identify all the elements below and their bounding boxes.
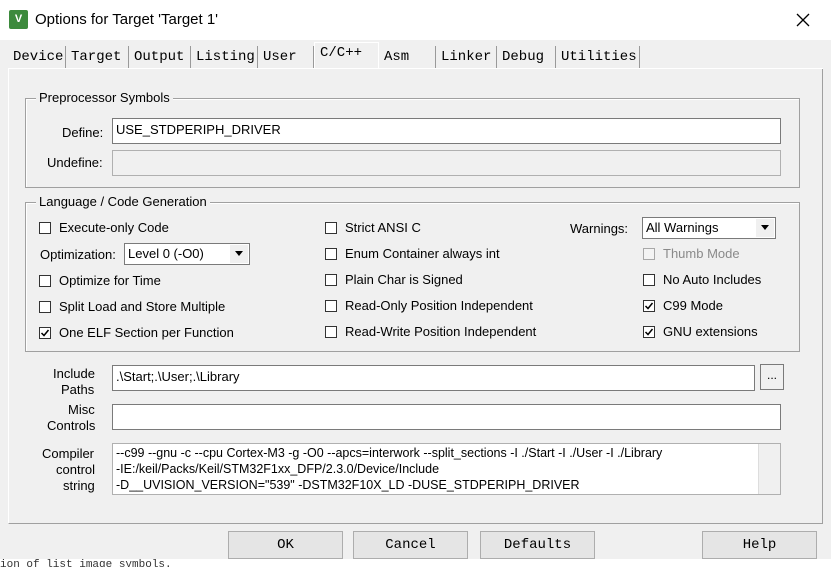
split-load-label: Split Load and Store Multiple — [59, 299, 226, 314]
tab-output[interactable]: Output — [129, 46, 191, 68]
title-bar: V Options for Target 'Target 1' — [0, 0, 831, 40]
defaults-button[interactable]: Defaults — [480, 531, 595, 559]
include-paths-input[interactable]: .\Start;.\User;.\Library — [112, 365, 755, 391]
split-load-checkbox[interactable]: Split Load and Store Multiple — [39, 299, 225, 314]
undefine-label: Undefine: — [47, 155, 103, 170]
define-label: Define: — [62, 125, 104, 140]
keil-uvision-icon: V — [9, 10, 28, 29]
one-elf-checkbox[interactable]: One ELF Section per Function — [39, 325, 234, 340]
rw-pi-label: Read-Write Position Independent — [345, 324, 537, 339]
warnings-label: Warnings: — [570, 221, 629, 236]
undefine-input[interactable] — [112, 150, 781, 176]
optimize-time-label: Optimize for Time — [59, 273, 161, 288]
checkbox-box — [325, 325, 337, 338]
background-text-fragment: ion of list image symbols. — [0, 559, 831, 567]
tab-target[interactable]: Target — [66, 46, 129, 68]
checkbox-box — [643, 325, 655, 338]
no-auto-includes-checkbox[interactable]: No Auto Includes — [643, 272, 761, 287]
rw-pi-checkbox[interactable]: Read-Write Position Independent — [325, 324, 536, 339]
plain-char-label: Plain Char is Signed — [345, 272, 463, 287]
enum-container-checkbox[interactable]: Enum Container always int — [325, 246, 500, 261]
compiler-label-line1: Compiler — [42, 446, 95, 461]
plain-char-checkbox[interactable]: Plain Char is Signed — [325, 272, 463, 287]
options-dialog: V Options for Target 'Target 1' Device T… — [0, 0, 831, 567]
ro-pi-checkbox[interactable]: Read-Only Position Independent — [325, 298, 533, 313]
optimize-time-checkbox[interactable]: Optimize for Time — [39, 273, 161, 288]
tab-cc[interactable]: C/C++ — [314, 42, 379, 68]
checkmark-icon — [644, 328, 654, 336]
checkbox-box — [39, 274, 51, 287]
compiler-control-string[interactable]: --c99 --gnu -c --cpu Cortex-M3 -g -O0 --… — [112, 443, 781, 495]
tab-linker[interactable]: Linker — [436, 46, 497, 68]
checkbox-box — [643, 299, 655, 312]
checkbox-box — [325, 247, 337, 260]
optimization-select[interactable]: Level 0 (-O0) — [124, 243, 250, 265]
help-button[interactable]: Help — [702, 531, 817, 559]
checkbox-box — [325, 273, 337, 286]
execute-only-checkbox[interactable]: Execute-only Code — [39, 220, 169, 235]
checkbox-box — [39, 221, 51, 234]
c99-mode-checkbox[interactable]: C99 Mode — [643, 298, 723, 313]
close-button[interactable] — [780, 5, 826, 35]
thumb-mode-label: Thumb Mode — [663, 246, 740, 261]
cancel-button[interactable]: Cancel — [353, 531, 468, 559]
optimization-label: Optimization: — [40, 247, 116, 262]
checkmark-icon — [644, 302, 654, 310]
gnu-ext-checkbox[interactable]: GNU extensions — [643, 324, 758, 339]
define-input[interactable]: USE_STDPERIPH_DRIVER — [112, 118, 781, 144]
ok-button[interactable]: OK — [228, 531, 343, 559]
misc-label-line2: Controls — [47, 418, 96, 433]
compiler-line: -IE:/keil/Packs/Keil/STM32F1xx_DFP/2.3.0… — [116, 462, 440, 476]
checkmark-icon — [40, 329, 50, 337]
include-label-line1: Include — [53, 366, 95, 381]
checkbox-box — [39, 300, 51, 313]
compiler-scrollbar[interactable] — [758, 444, 780, 494]
warnings-value: All Warnings — [646, 220, 719, 235]
tab-user[interactable]: User — [258, 46, 314, 68]
checkbox-box — [643, 273, 655, 286]
preprocessor-legend: Preprocessor Symbols — [36, 90, 173, 105]
ro-pi-label: Read-Only Position Independent — [345, 298, 533, 313]
browse-include-button[interactable]: ... — [760, 364, 784, 390]
compiler-label-line3: string — [63, 478, 95, 493]
checkbox-box — [643, 247, 655, 260]
execute-only-label: Execute-only Code — [59, 220, 169, 235]
tab-asm[interactable]: Asm — [379, 46, 436, 68]
misc-controls-input[interactable] — [112, 404, 781, 430]
language-legend: Language / Code Generation — [36, 194, 210, 209]
no-auto-includes-label: No Auto Includes — [663, 272, 762, 287]
tab-device[interactable]: Device — [8, 46, 66, 68]
misc-label-line1: Misc — [68, 402, 95, 417]
thumb-mode-checkbox[interactable]: Thumb Mode — [643, 246, 740, 261]
compiler-label-line2: control — [56, 462, 96, 477]
one-elf-label: One ELF Section per Function — [59, 325, 234, 340]
tab-debug[interactable]: Debug — [497, 46, 556, 68]
checkbox-box — [325, 221, 337, 234]
optimization-value: Level 0 (-O0) — [128, 246, 204, 261]
tab-listing[interactable]: Listing — [191, 46, 258, 68]
chevron-down-icon — [230, 245, 248, 263]
close-icon — [796, 13, 810, 27]
strict-ansi-checkbox[interactable]: Strict ANSI C — [325, 220, 421, 235]
c99-mode-label: C99 Mode — [663, 298, 723, 313]
chevron-down-icon — [756, 219, 774, 237]
tab-strip: Device Target Output Listing User C/C++ … — [8, 42, 823, 68]
enum-container-label: Enum Container always int — [345, 246, 500, 261]
gnu-ext-label: GNU extensions — [663, 324, 758, 339]
compiler-line: --c99 --gnu -c --cpu Cortex-M3 -g -O0 --… — [116, 446, 663, 460]
tab-utilities[interactable]: Utilities — [556, 46, 640, 68]
checkbox-box — [325, 299, 337, 312]
warnings-select[interactable]: All Warnings — [642, 217, 776, 239]
include-label-line2: Paths — [61, 382, 95, 397]
checkbox-box — [39, 326, 51, 339]
window-title: Options for Target 'Target 1' — [35, 11, 219, 28]
compiler-line: -D__UVISION_VERSION="539" -DSTM32F10X_LD… — [116, 478, 580, 492]
strict-ansi-label: Strict ANSI C — [345, 220, 421, 235]
